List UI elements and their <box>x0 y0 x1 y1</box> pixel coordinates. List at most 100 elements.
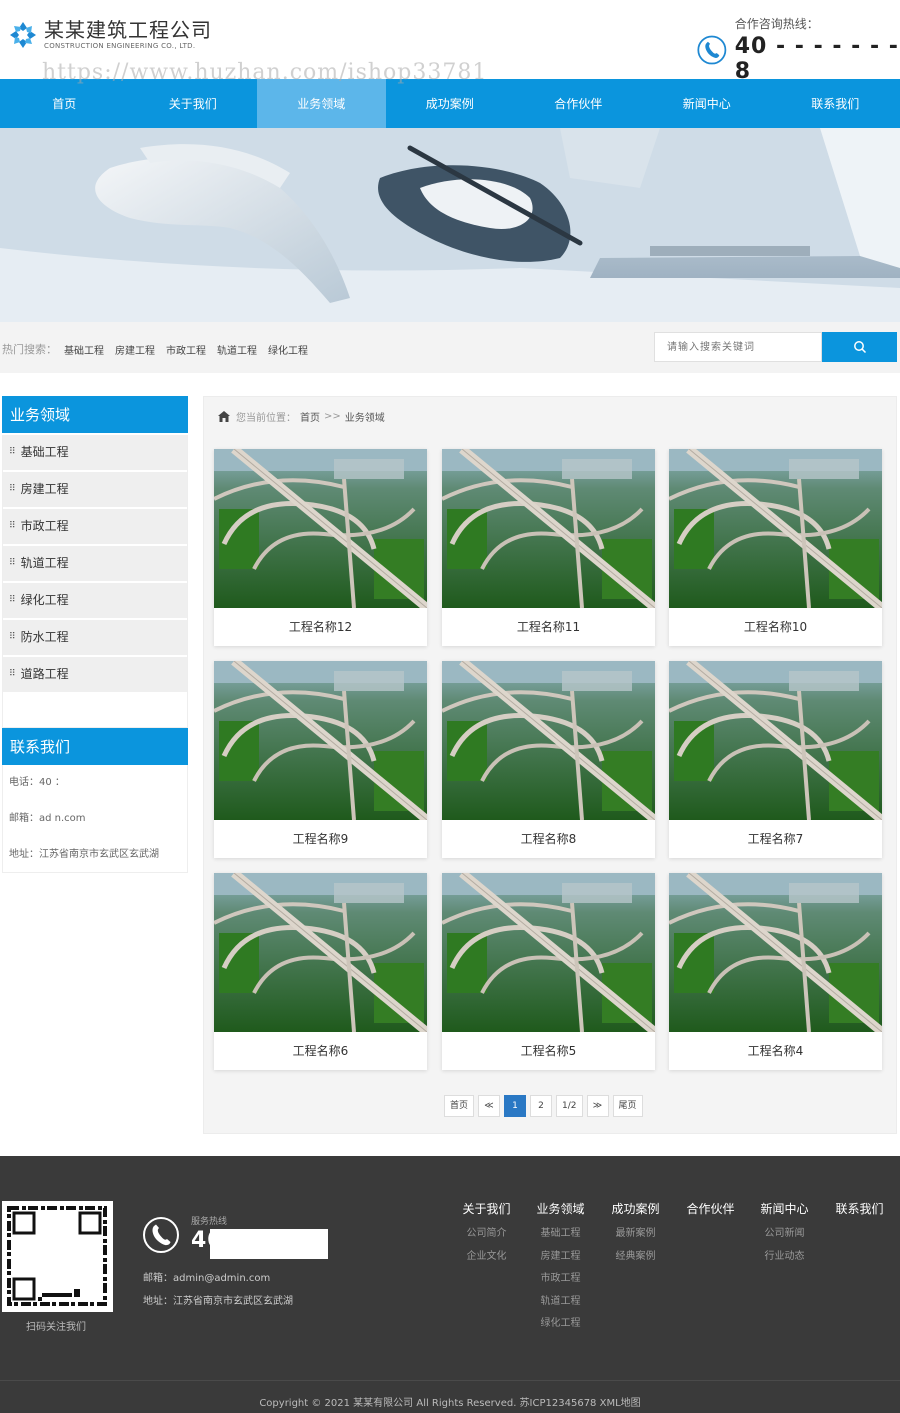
sidebar-item-label: 绿化工程 <box>20 593 69 607</box>
project-card[interactable]: 工程名称12 <box>214 449 427 646</box>
nav-item-about[interactable]: 关于我们 <box>129 79 258 128</box>
footer-column-title[interactable]: 业务领域 <box>523 1200 598 1217</box>
hero-banner <box>0 128 900 322</box>
footer-link[interactable]: 最新案例 <box>598 1227 673 1250</box>
footer-link[interactable]: 房建工程 <box>523 1250 598 1273</box>
contact-phone: 电话：40 ： <box>9 777 65 788</box>
bullet-icon: ⠿ <box>9 484 16 494</box>
breadcrumb-home[interactable]: 首页 <box>300 409 320 424</box>
project-thumbnail <box>442 873 655 1032</box>
sidebar-item[interactable]: ⠿ 绿化工程 <box>3 583 187 618</box>
footer-link[interactable]: 基础工程 <box>523 1227 598 1250</box>
sidebar-item[interactable]: ⠿ 市政工程 <box>3 509 187 544</box>
footer-link[interactable]: 公司简介 <box>449 1227 524 1250</box>
contact-address: 地址：江苏省南京市玄武区玄武湖 <box>9 849 159 860</box>
sidebar-item[interactable]: ⠿ 房建工程 <box>3 472 187 507</box>
hot-link[interactable]: 房建工程 <box>115 342 155 357</box>
project-card[interactable]: 工程名称9 <box>214 661 427 858</box>
sidebar-menu: ⠿ 基础工程 ⠿ 房建工程 ⠿ 市政工程 ⠿ 轨道工程 ⠿ 绿化工程 ⠿ 防水工程 ⠿ 道路工… <box>2 435 188 728</box>
footer-link[interactable]: 轨道工程 <box>523 1295 598 1318</box>
sidebar: 业务领域 ⠿ 基础工程 ⠿ 房建工程 ⠿ 市政工程 ⠿ 轨道工程 ⠿ 绿化工程 ⠿ 防水工程… <box>2 396 188 873</box>
project-name: 工程名称7 <box>747 832 804 846</box>
nav-item-news[interactable]: 新闻中心 <box>643 79 772 128</box>
project-thumbnail <box>214 873 427 1032</box>
footer-column: 合作伙伴 <box>673 1200 748 1227</box>
phone-icon <box>697 35 727 64</box>
footer-column-title[interactable]: 新闻中心 <box>747 1200 822 1217</box>
footer-link[interactable]: 绿化工程 <box>523 1317 598 1340</box>
home-icon <box>218 411 230 422</box>
hot-link[interactable]: 轨道工程 <box>217 342 257 357</box>
footer-link[interactable]: 市政工程 <box>523 1272 598 1295</box>
footer-column: 成功案例最新案例 经典案例 <box>598 1200 673 1272</box>
project-card[interactable]: 工程名称4 <box>669 873 882 1070</box>
site-footer: 扫码关注我们 服务热线 40 38 邮箱：admin@admin.com 地址：… <box>0 1156 900 1413</box>
page-next[interactable]: ≫ <box>586 1095 609 1117</box>
bullet-icon: ⠿ <box>9 447 16 457</box>
nav-item-business[interactable]: 业务领域 <box>257 79 386 128</box>
company-name-en: CONSTRUCTION ENGINEERING CO., LTD. <box>44 42 196 50</box>
phone-icon <box>143 1217 179 1253</box>
page-last[interactable]: 尾页 <box>612 1095 643 1117</box>
project-name: 工程名称4 <box>747 1044 804 1058</box>
footer-link[interactable]: 经典案例 <box>598 1250 673 1273</box>
page-number[interactable]: 1 <box>504 1095 527 1117</box>
footer-link[interactable]: 公司新闻 <box>747 1227 822 1250</box>
project-name: 工程名称5 <box>520 1044 577 1058</box>
sidebar-item-label: 基础工程 <box>20 445 69 459</box>
project-name: 工程名称9 <box>292 832 349 846</box>
pagination: 首页 ≪ 1 2 1/2 ≫ 尾页 <box>444 1095 643 1117</box>
footer-hotline-label: 服务热线 <box>191 1217 228 1227</box>
breadcrumb: 您当前位置： 首页 >> 业务领域 <box>218 409 389 424</box>
sidebar-item[interactable]: ⠿ 轨道工程 <box>3 546 187 581</box>
sidebar-item-label: 轨道工程 <box>20 556 69 570</box>
sidebar-item[interactable]: ⠿ 道路工程 <box>3 657 187 692</box>
project-card[interactable]: 工程名称8 <box>442 661 655 858</box>
sidebar-item[interactable]: ⠿ 防水工程 <box>3 620 187 655</box>
logo[interactable]: 某某建筑工程公司 CONSTRUCTION ENGINEERING CO., L… <box>8 18 212 51</box>
search-input[interactable] <box>654 332 822 362</box>
footer-column-title[interactable]: 关于我们 <box>449 1200 524 1217</box>
footer-email: 邮箱：admin@admin.com <box>143 1273 271 1284</box>
qr-caption: 扫码关注我们 <box>26 1322 86 1333</box>
page-number[interactable]: 2 <box>530 1095 553 1117</box>
hot-link[interactable]: 绿化工程 <box>268 342 308 357</box>
sidebar-item[interactable]: ⠿ 基础工程 <box>3 435 187 470</box>
footer-link[interactable]: 企业文化 <box>449 1250 524 1273</box>
footer-column-title[interactable]: 合作伙伴 <box>673 1200 748 1217</box>
project-thumbnail <box>214 449 427 608</box>
page-first[interactable]: 首页 <box>444 1095 475 1117</box>
bullet-icon: ⠿ <box>9 558 16 568</box>
footer-link[interactable]: 行业动态 <box>747 1250 822 1273</box>
nav-item-contact[interactable]: 联系我们 <box>771 79 900 128</box>
project-name: 工程名称10 <box>743 620 808 634</box>
nav-item-cases[interactable]: 成功案例 <box>386 79 515 128</box>
bullet-icon: ⠿ <box>9 669 16 679</box>
footer-address: 地址：江苏省南京市玄武区玄武湖 <box>143 1296 293 1307</box>
sidebar-item-label: 市政工程 <box>20 519 69 533</box>
bullet-icon: ⠿ <box>9 521 16 531</box>
sidebar-item-label: 防水工程 <box>20 630 69 644</box>
footer-divider <box>0 1380 900 1381</box>
project-name: 工程名称12 <box>288 620 353 634</box>
contact-info: 电话：40 ： 邮箱：ad n.com 地址：江苏省南京市玄武区玄武湖 <box>2 765 188 873</box>
project-name: 工程名称11 <box>516 620 581 634</box>
search-icon <box>853 341 866 354</box>
footer-column-title[interactable]: 联系我们 <box>822 1200 897 1217</box>
breadcrumb-current[interactable]: 业务领域 <box>345 409 385 424</box>
project-card[interactable]: 工程名称6 <box>214 873 427 1070</box>
nav-item-home[interactable]: 首页 <box>0 79 129 128</box>
project-card[interactable]: 工程名称7 <box>669 661 882 858</box>
project-card[interactable]: 工程名称11 <box>442 449 655 646</box>
hot-link[interactable]: 市政工程 <box>166 342 206 357</box>
contact-email: 邮箱：ad n.com <box>9 813 86 824</box>
page-prev[interactable]: ≪ <box>478 1095 501 1117</box>
footer-column-title[interactable]: 成功案例 <box>598 1200 673 1217</box>
project-card[interactable]: 工程名称5 <box>442 873 655 1070</box>
project-name: 工程名称8 <box>520 832 577 846</box>
search-button[interactable] <box>822 332 897 362</box>
copyright: Copyright © 2021 某某有限公司 All Rights Reser… <box>259 1398 641 1409</box>
project-card[interactable]: 工程名称10 <box>669 449 882 646</box>
nav-item-partners[interactable]: 合作伙伴 <box>514 79 643 128</box>
hot-link[interactable]: 基础工程 <box>64 342 104 357</box>
